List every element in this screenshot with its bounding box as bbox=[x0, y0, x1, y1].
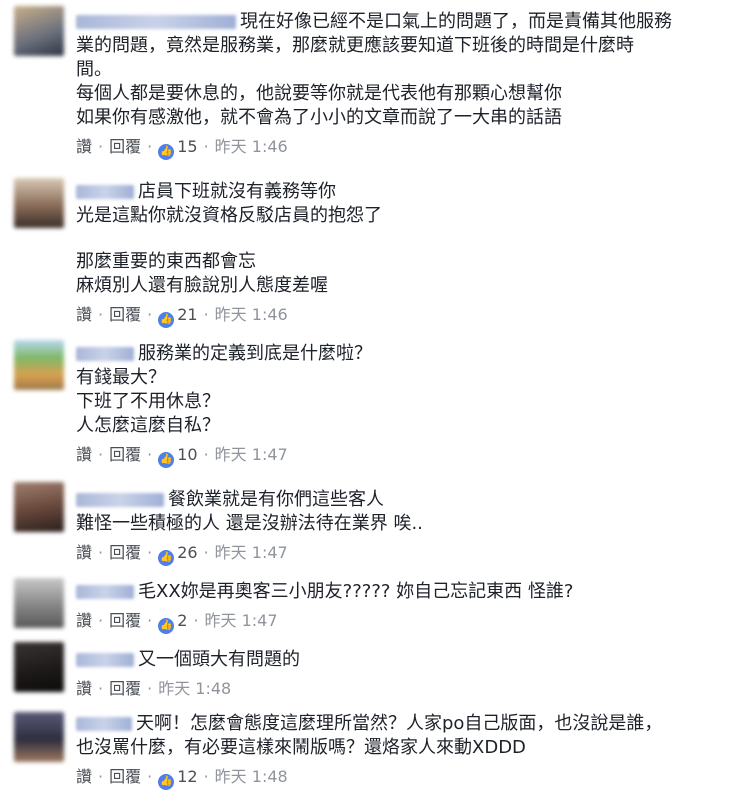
commenter-name[interactable] bbox=[76, 347, 134, 361]
timestamp[interactable]: 昨天 1:48 bbox=[215, 767, 288, 786]
like-link[interactable]: 讚 bbox=[76, 305, 92, 324]
reply-link[interactable]: 回覆 bbox=[109, 679, 141, 698]
avatar[interactable] bbox=[14, 340, 64, 390]
comment-body: 店員下班就沒有義務等你 光是這點你就沒資格反駁店員的抱怨了 那麼重要的東西都會忘… bbox=[76, 180, 723, 328]
comment-text-line: 麻煩別人還有臉說別人態度差喔 bbox=[76, 275, 328, 296]
comment-body: 服務業的定義到底是什麼啦？ 有錢最大？ 下班了不用休息？ 人怎麼這麼自私？ 讚 ·… bbox=[76, 342, 723, 468]
comment-text-line: 人怎麼這麼自私？ bbox=[76, 415, 220, 436]
comment-text-line: 難怪一些積極的人 還是沒辦法待在業界 唉.. bbox=[76, 513, 423, 534]
comment-body: 又一個頭大有問題的 讚 · 回覆 · 昨天 1:48 bbox=[76, 648, 723, 700]
comment-text-line: 天啊！怎麼會態度這麼理所當然？人家po自己版面，也沒說是誰， bbox=[76, 712, 723, 736]
comment-text-line: 也沒罵什麼，有必要這樣來鬧版嗎？還烙家人來動XDDD bbox=[76, 737, 526, 758]
comment-text-line: 如果你有感激他，就不會為了小小的文章而說了一大串的話語 bbox=[76, 107, 562, 128]
comment-text-line: 有錢最大？ bbox=[76, 367, 166, 388]
reply-link[interactable]: 回覆 bbox=[109, 611, 141, 630]
like-count[interactable]: 12 bbox=[177, 767, 197, 786]
avatar[interactable] bbox=[14, 642, 64, 692]
like-count[interactable]: 26 bbox=[177, 543, 197, 562]
like-icon[interactable]: 👍 bbox=[158, 452, 175, 468]
comment-text-line: 下班了不用休息？ bbox=[76, 391, 220, 412]
like-count[interactable]: 10 bbox=[177, 445, 197, 464]
comment-meta: 讚 · 回覆 · 👍 26 · 昨天 1:47 bbox=[76, 542, 723, 566]
timestamp[interactable]: 昨天 1:46 bbox=[215, 137, 288, 156]
comment-text-line: 毛XX妳是再奧客三小朋友????? 妳自己忘記東西 怪誰? bbox=[76, 580, 723, 604]
like-link[interactable]: 讚 bbox=[76, 679, 92, 698]
commenter-name[interactable] bbox=[76, 185, 134, 199]
timestamp[interactable]: 昨天 1:47 bbox=[215, 543, 288, 562]
avatar[interactable] bbox=[14, 6, 64, 56]
reply-link[interactable]: 回覆 bbox=[109, 543, 141, 562]
like-link[interactable]: 讚 bbox=[76, 767, 92, 786]
like-link[interactable]: 讚 bbox=[76, 137, 92, 156]
comment-text-line: 服務業的定義到底是什麼啦？ bbox=[76, 342, 723, 366]
like-count[interactable]: 2 bbox=[177, 611, 187, 630]
comment-list: 現在好像已經不是口氣上的問題了，而是責備其他服務 業的問題，竟然是服務業，那麼就… bbox=[0, 0, 733, 799]
avatar[interactable] bbox=[14, 712, 64, 762]
comment-meta: 讚 · 回覆 · 👍 10 · 昨天 1:47 bbox=[76, 444, 723, 468]
comment-text-line: 間。 bbox=[76, 59, 112, 80]
commenter-name[interactable] bbox=[76, 585, 134, 599]
timestamp[interactable]: 昨天 1:48 bbox=[158, 679, 231, 698]
like-link[interactable]: 讚 bbox=[76, 543, 92, 562]
commenter-name[interactable] bbox=[76, 717, 132, 731]
like-icon[interactable]: 👍 bbox=[158, 144, 175, 160]
comment-body: 現在好像已經不是口氣上的問題了，而是責備其他服務 業的問題，竟然是服務業，那麼就… bbox=[76, 10, 723, 160]
like-icon[interactable]: 👍 bbox=[158, 550, 175, 566]
like-icon[interactable]: 👍 bbox=[158, 618, 175, 634]
reply-link[interactable]: 回覆 bbox=[109, 305, 141, 324]
commenter-name[interactable] bbox=[76, 493, 164, 507]
like-icon[interactable]: 👍 bbox=[158, 774, 175, 790]
timestamp[interactable]: 昨天 1:47 bbox=[205, 611, 278, 630]
comment-text-line: 現在好像已經不是口氣上的問題了，而是責備其他服務 bbox=[76, 10, 723, 34]
reply-link[interactable]: 回覆 bbox=[109, 445, 141, 464]
comment-text-line: 那麼重要的東西都會忘 bbox=[76, 251, 256, 272]
comment-meta: 讚 · 回覆 · 👍 2 · 昨天 1:47 bbox=[76, 610, 723, 634]
reply-link[interactable]: 回覆 bbox=[109, 137, 141, 156]
avatar[interactable] bbox=[14, 578, 64, 628]
comment-text-line: 又一個頭大有問題的 bbox=[76, 648, 723, 672]
comment-text-line: 餐飲業就是有你們這些客人 bbox=[76, 488, 723, 512]
comment-text-line: 業的問題，竟然是服務業，那麼就更應該要知道下班後的時間是什麼時 bbox=[76, 35, 634, 56]
commenter-name[interactable] bbox=[76, 653, 134, 667]
comment-text-line: 店員下班就沒有義務等你 bbox=[76, 180, 723, 204]
like-link[interactable]: 讚 bbox=[76, 445, 92, 464]
comment-meta: 讚 · 回覆 · 👍 21 · 昨天 1:46 bbox=[76, 304, 723, 328]
comment-body: 毛XX妳是再奧客三小朋友????? 妳自己忘記東西 怪誰? 讚 · 回覆 · 👍 2 · 昨天… bbox=[76, 580, 723, 634]
comment-body: 天啊！怎麼會態度這麼理所當然？人家po自己版面，也沒說是誰， 也沒罵什麼，有必要… bbox=[76, 712, 723, 790]
comment-meta: 讚 · 回覆 · 昨天 1:48 bbox=[76, 679, 232, 698]
avatar[interactable] bbox=[14, 178, 64, 228]
like-count[interactable]: 15 bbox=[177, 137, 197, 156]
commenter-name[interactable] bbox=[76, 15, 236, 29]
comment-text-line: 光是這點你就沒資格反駁店員的抱怨了 bbox=[76, 205, 382, 226]
timestamp[interactable]: 昨天 1:46 bbox=[215, 305, 288, 324]
like-link[interactable]: 讚 bbox=[76, 611, 92, 630]
comment-meta: 讚 · 回覆 · 👍 15 · 昨天 1:46 bbox=[76, 136, 723, 160]
like-count[interactable]: 21 bbox=[177, 305, 197, 324]
reply-link[interactable]: 回覆 bbox=[109, 767, 141, 786]
like-icon[interactable]: 👍 bbox=[158, 312, 175, 328]
avatar[interactable] bbox=[14, 482, 64, 532]
comment-body: 餐飲業就是有你們這些客人 難怪一些積極的人 還是沒辦法待在業界 唉.. 讚 · 回覆… bbox=[76, 488, 723, 566]
comment-text-line: 每個人都是要休息的，他說要等你就是代表他有那顆心想幫你 bbox=[76, 83, 562, 104]
timestamp[interactable]: 昨天 1:47 bbox=[215, 445, 288, 464]
comment-meta: 讚 · 回覆 · 👍 12 · 昨天 1:48 bbox=[76, 766, 723, 790]
